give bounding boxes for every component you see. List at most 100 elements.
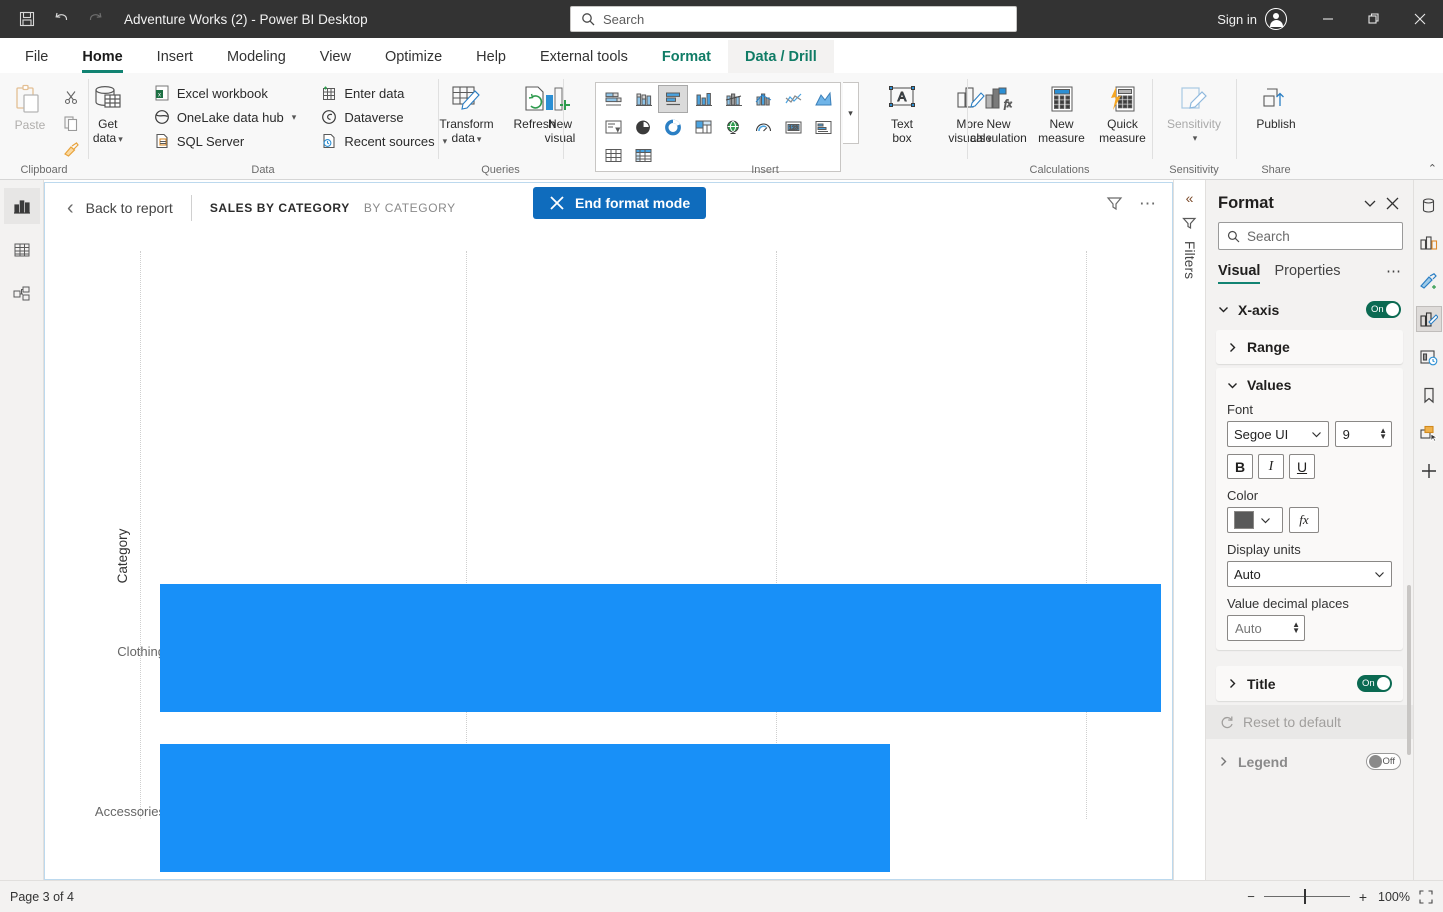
chevron-down-icon[interactable] xyxy=(1227,380,1239,391)
visualizations-pane-icon[interactable] xyxy=(1416,230,1442,256)
text-box-button[interactable]: A Text box xyxy=(869,78,935,145)
conditional-formatting-fx-button[interactable]: fx xyxy=(1289,507,1319,533)
area-chart-icon[interactable] xyxy=(808,85,838,113)
report-view-icon[interactable] xyxy=(3,188,40,224)
tab-file[interactable]: File xyxy=(8,40,65,73)
stacked-bar-chart-icon[interactable] xyxy=(598,85,628,113)
search-box[interactable]: Search xyxy=(570,6,1017,32)
publish-button[interactable]: Publish xyxy=(1243,78,1309,131)
visual-type-gallery[interactable]: 123 xyxy=(595,82,841,172)
double-chevron-left-icon[interactable]: « xyxy=(1186,190,1194,206)
quick-measure-button[interactable]: Quick measure xyxy=(1094,78,1152,145)
enter-data-button[interactable]: Enter data xyxy=(316,82,451,104)
tab-view[interactable]: View xyxy=(303,40,368,73)
data-pane-icon[interactable] xyxy=(1416,192,1442,218)
chevron-right-icon[interactable] xyxy=(1227,678,1239,689)
x-axis-section-header[interactable]: X-axis On xyxy=(1206,293,1413,326)
font-color-picker[interactable] xyxy=(1227,507,1283,533)
sensitivity-button[interactable]: Sensitivity ▾ xyxy=(1161,78,1227,145)
chevron-down-icon[interactable] xyxy=(1359,192,1381,214)
sales-by-category-bar-chart[interactable]: Category Clothing Accessories $0.0M $0.5… xyxy=(45,233,1172,879)
stacked-column-chart-icon[interactable] xyxy=(628,85,658,113)
title-toggle[interactable]: On xyxy=(1357,675,1392,692)
tab-help[interactable]: Help xyxy=(459,40,523,73)
recent-sources-button[interactable]: Recent sources ▾ xyxy=(316,130,451,152)
range-card[interactable]: Range xyxy=(1216,330,1403,364)
tab-visual[interactable]: Visual xyxy=(1218,263,1261,284)
end-format-mode-button[interactable]: End format mode xyxy=(533,187,707,219)
zoom-slider-thumb[interactable] xyxy=(1303,888,1307,904)
zoom-out-button[interactable]: − xyxy=(1247,889,1255,904)
tab-modeling[interactable]: Modeling xyxy=(210,40,303,73)
map-icon[interactable] xyxy=(718,113,748,141)
donut-chart-icon[interactable] xyxy=(658,113,688,141)
format-pane-scrollbar[interactable] xyxy=(1407,585,1411,755)
zoom-in-button[interactable]: + xyxy=(1359,889,1367,905)
onelake-dropdown-chevron-icon[interactable]: ▾ xyxy=(292,112,297,123)
add-pane-icon[interactable] xyxy=(1416,458,1442,484)
multi-row-card-icon[interactable] xyxy=(808,113,838,141)
bookmarks-pane-icon[interactable] xyxy=(1416,382,1442,408)
back-chevron-icon[interactable]: ‹ xyxy=(67,197,74,220)
format-search-input[interactable]: Search xyxy=(1218,222,1403,250)
new-calculation-button[interactable]: fx New calculation xyxy=(968,78,1030,145)
save-icon[interactable] xyxy=(12,5,42,33)
ribbon-chart-icon[interactable] xyxy=(598,113,628,141)
filter-icon[interactable] xyxy=(1106,195,1123,212)
reset-to-default-button[interactable]: Reset to default xyxy=(1206,705,1413,739)
analytics-pane-icon[interactable] xyxy=(1416,344,1442,370)
font-size-stepper[interactable]: 9 ▲ ▼ xyxy=(1334,421,1392,447)
chevron-down-icon[interactable] xyxy=(1218,304,1230,315)
minimize-button[interactable] xyxy=(1305,0,1351,38)
tab-insert[interactable]: Insert xyxy=(140,40,210,73)
table-view-icon[interactable] xyxy=(4,232,40,268)
tab-properties[interactable]: Properties xyxy=(1274,263,1340,284)
model-view-icon[interactable] xyxy=(4,276,40,312)
pie-chart-icon[interactable] xyxy=(628,113,658,141)
redo-icon[interactable] xyxy=(80,5,110,33)
onelake-data-hub-button[interactable]: OneLake data hub ▾ xyxy=(149,106,301,128)
get-data-button[interactable]: Get data ▾ xyxy=(75,78,141,146)
clustered-bar-chart-icon[interactable] xyxy=(658,85,688,113)
sql-server-button[interactable]: SQL Server xyxy=(149,130,301,152)
stepper-arrows-icon[interactable]: ▲ ▼ xyxy=(1379,427,1387,441)
gauge-icon[interactable] xyxy=(748,113,778,141)
excel-workbook-button[interactable]: x Excel workbook xyxy=(149,82,301,104)
new-visual-button[interactable]: New visual xyxy=(527,78,593,145)
x-axis-toggle[interactable]: On xyxy=(1366,301,1401,318)
format-pane-icon[interactable] xyxy=(1415,306,1442,332)
bold-button[interactable]: B xyxy=(1227,454,1253,479)
legend-toggle[interactable]: Off xyxy=(1366,753,1401,770)
selection-pane-icon[interactable] xyxy=(1416,420,1442,446)
back-to-report-link[interactable]: Back to report xyxy=(86,200,173,216)
title-card[interactable]: Title On xyxy=(1216,666,1403,701)
hundred-percent-stacked-column-chart-icon[interactable] xyxy=(748,85,778,113)
dataverse-button[interactable]: Dataverse xyxy=(316,106,451,128)
gallery-more-button[interactable]: ▾ xyxy=(843,82,859,144)
card-icon[interactable]: 123 xyxy=(778,113,808,141)
display-units-select[interactable]: Auto xyxy=(1227,561,1392,587)
zoom-slider[interactable] xyxy=(1263,888,1350,904)
collapse-ribbon-icon[interactable]: ⌃ xyxy=(1428,162,1437,175)
ellipsis-icon[interactable]: ⋯ xyxy=(1386,262,1401,285)
paste-button[interactable]: Paste xyxy=(4,78,56,132)
new-measure-button[interactable]: New measure xyxy=(1032,78,1092,145)
clustered-column-chart-icon[interactable] xyxy=(688,85,718,113)
treemap-icon[interactable] xyxy=(688,113,718,141)
format-painter-icon[interactable] xyxy=(1416,268,1442,294)
close-icon[interactable] xyxy=(1381,192,1403,214)
chevron-right-icon[interactable] xyxy=(1227,342,1239,353)
stepper-arrows-icon[interactable]: ▲ ▼ xyxy=(1292,621,1300,635)
tab-format[interactable]: Format xyxy=(645,40,728,73)
legend-section-header[interactable]: Legend Off xyxy=(1206,739,1413,778)
value-decimal-places-stepper[interactable]: Auto ▲ ▼ xyxy=(1227,615,1305,641)
tab-data-drill[interactable]: Data / Drill xyxy=(728,40,834,73)
sign-in-link[interactable]: Sign in xyxy=(1217,12,1257,27)
transform-data-button[interactable]: Transform data ▾ xyxy=(434,78,500,146)
account-avatar-icon[interactable] xyxy=(1265,8,1287,30)
close-button[interactable] xyxy=(1397,0,1443,38)
tab-external-tools[interactable]: External tools xyxy=(523,40,645,73)
tab-optimize[interactable]: Optimize xyxy=(368,40,459,73)
restore-button[interactable] xyxy=(1351,0,1397,38)
font-family-select[interactable]: Segoe UI xyxy=(1227,421,1329,447)
